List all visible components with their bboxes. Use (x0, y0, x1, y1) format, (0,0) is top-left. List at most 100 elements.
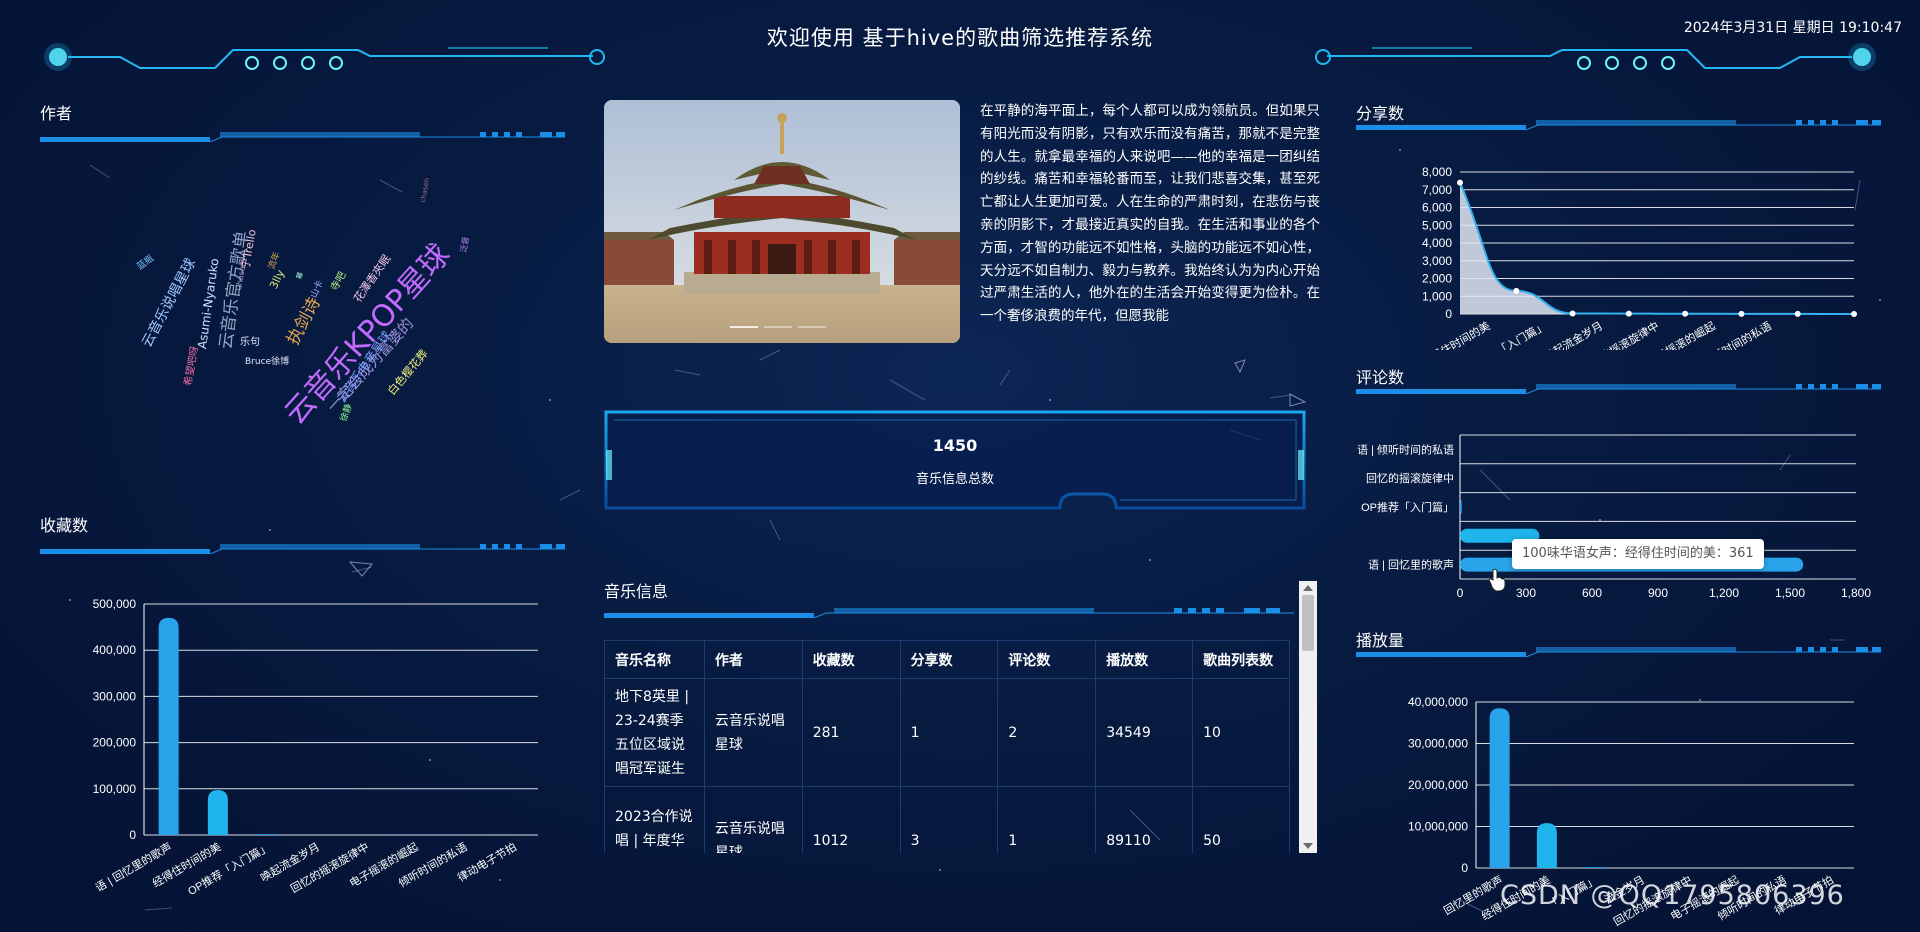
y-tick-label: 语 | 回忆里的歌声 (1368, 558, 1454, 572)
page-title: 欢迎使用 基于hive的歌曲筛选推荐系统 (766, 26, 1154, 50)
y-tick-label: 5,000 (1422, 218, 1452, 232)
y-tick-label: 8,000 (1422, 165, 1452, 179)
stat-value: 1450 (932, 436, 978, 455)
bar (1489, 708, 1510, 868)
y-tick-label: OP推荐「入门篇」 (1361, 500, 1454, 514)
stat-frame (604, 410, 1306, 510)
bar (1460, 500, 1462, 514)
y-tick-label: 500,000 (93, 597, 137, 611)
y-tick-label: 200,000 (93, 736, 137, 750)
stat-label: 音乐信息总数 (915, 472, 994, 487)
y-tick-label: 10,000,000 (1408, 820, 1468, 834)
data-point (1851, 310, 1857, 317)
bar (257, 834, 278, 835)
y-tick-label: 语 | 倾听时间的私语 (1357, 442, 1454, 456)
csdn-watermark: CSDN @QQ1795806396 (1500, 880, 1845, 911)
scroll-down-icon[interactable] (1303, 843, 1313, 849)
data-point (1625, 310, 1632, 317)
col-header-comments[interactable]: 评论数 (997, 640, 1097, 679)
cell-shares: 1 (899, 678, 999, 787)
data-point (1457, 179, 1463, 186)
panel-decoration-bar (1356, 647, 1881, 657)
bar (158, 617, 179, 835)
table-scrollbar[interactable] (1299, 581, 1317, 853)
cell-favorites: 281 (801, 678, 901, 787)
y-tick-label: 300,000 (93, 689, 137, 703)
y-tick-label: 3,000 (1422, 254, 1452, 268)
x-tick-label: 600 (1582, 586, 1602, 600)
cloud-word: 执剑诗 (283, 294, 325, 349)
bar (1536, 823, 1557, 868)
music-table-viewport[interactable]: 音乐名称 作者 收藏数 分享数 评论数 播放数 歌曲列表数 地下8英里 | 23… (604, 640, 1290, 853)
comments-horizontal-bar-chart: 0 300 600 900 1,200 1,500 1,800 语 | 倾听时间的私语回忆的摇… (1357, 434, 1871, 600)
cell-name: 2023合作说唱 | 年度华语说唱神级 (604, 786, 705, 853)
col-header-name[interactable]: 音乐名称 (604, 640, 705, 679)
cell-favorites: 1012 (801, 786, 901, 853)
x-tick-label: 900 (1648, 586, 1668, 600)
favorites-bar-chart: 0100,000200,000300,000400,000500,000语 | … (93, 597, 538, 898)
author-word-cloud: 云音乐KPOP星球 云音乐官方歌单 云音乐说唱星球 执剑诗 一定会成为富婆的 云音乐电音星… (40, 150, 560, 450)
col-header-plays[interactable]: 播放数 (1095, 640, 1194, 679)
shares-area-chart: 0 1,000 2,000 3,000 4,000 5,000 6,000 7,000 8,00… (1422, 165, 1857, 350)
cell-playlists: 50 (1192, 786, 1290, 853)
y-tick-label: 40,000,000 (1408, 695, 1468, 709)
panel-decoration-bar (604, 608, 1294, 618)
y-tick-label: 20,000,000 (1408, 778, 1468, 792)
panel-decoration-bar (1356, 384, 1881, 394)
data-point (1738, 310, 1745, 317)
cell-author: 云音乐说唱星球 (703, 678, 803, 787)
cloud-word: 乐句 (240, 337, 260, 348)
cell-comments: 2 (997, 678, 1097, 787)
cloud-word: 蓝瓶 (135, 253, 156, 273)
chart-tooltip: 100味华语女声：经得住时间的美：361 (1512, 539, 1764, 569)
y-tick-label: 6,000 (1422, 201, 1452, 215)
cloud-word: chaseh (419, 177, 432, 204)
y-tick-label: 0 (1445, 307, 1452, 321)
panel-decoration-bar (40, 132, 565, 142)
cell-shares: 3 (899, 786, 999, 853)
x-tick-label: 得住时间的美 (1428, 318, 1492, 350)
panel-title-favorites: 收藏数 (40, 516, 89, 535)
stat-card-total-music: 1450 音乐信息总数 (604, 410, 1306, 510)
x-tick-label: 1,200 (1709, 586, 1739, 600)
scroll-up-icon[interactable] (1303, 585, 1313, 591)
table-row[interactable]: 地下8英里 | 23-24赛季五位区域说唱冠军诞生 云音乐说唱星球 281 1 … (604, 678, 1290, 787)
cell-comments: 1 (997, 786, 1097, 853)
panel-title-author: 作者 (40, 104, 73, 123)
y-tick-label: 7,000 (1422, 183, 1452, 197)
cell-author: 云音乐说唱星球 (703, 786, 803, 853)
x-tick-label: OP推荐「入门篇」 (185, 839, 272, 898)
data-point (1513, 287, 1520, 294)
y-tick-label: 4,000 (1422, 236, 1452, 250)
y-tick-label: 回忆的摇滚旋律中 (1366, 471, 1454, 485)
datetime-display: 2024年3月31日 星期日 19:10:47 (1683, 20, 1902, 36)
col-header-author[interactable]: 作者 (703, 640, 803, 679)
scrollbar-thumb[interactable] (1302, 595, 1314, 651)
x-tick-label: 300 (1516, 586, 1536, 600)
cloud-word: 流年 (267, 250, 283, 272)
palace-illustration (604, 100, 960, 343)
area-fill (1460, 182, 1854, 314)
y-tick-label: 1,000 (1422, 289, 1452, 303)
x-tick-label: 唤起流金岁月 (1541, 318, 1605, 350)
x-tick-label: 「入门篇」 (1494, 318, 1549, 350)
cloud-word: 泛音 (459, 236, 471, 254)
carousel-image[interactable] (604, 100, 960, 343)
data-point (1569, 310, 1576, 317)
col-header-favorites[interactable]: 收藏数 (801, 640, 901, 679)
col-header-playlists[interactable]: 歌曲列表数 (1192, 640, 1290, 679)
y-tick-label: 2,000 (1422, 272, 1452, 286)
y-tick-label: 30,000,000 (1408, 737, 1468, 751)
cell-plays: 34549 (1095, 678, 1194, 787)
panel-decoration-bar (40, 544, 565, 554)
table-row[interactable]: 2023合作说唱 | 年度华语说唱神级 云音乐说唱星球 1012 3 1 891… (604, 786, 1290, 853)
x-tick-label: 0 (1457, 586, 1464, 600)
cloud-word: 3lly (267, 267, 288, 292)
music-table: 音乐名称 作者 收藏数 分享数 评论数 播放数 歌曲列表数 地下8英里 | 23… (604, 640, 1290, 853)
cloud-word: 寺吧 (329, 270, 349, 293)
cloud-word: Bruce徐博 (245, 357, 290, 367)
col-header-shares[interactable]: 分享数 (899, 640, 999, 679)
bar (1584, 867, 1605, 868)
data-point (1682, 310, 1689, 317)
cloud-word: 幂 (295, 271, 305, 281)
